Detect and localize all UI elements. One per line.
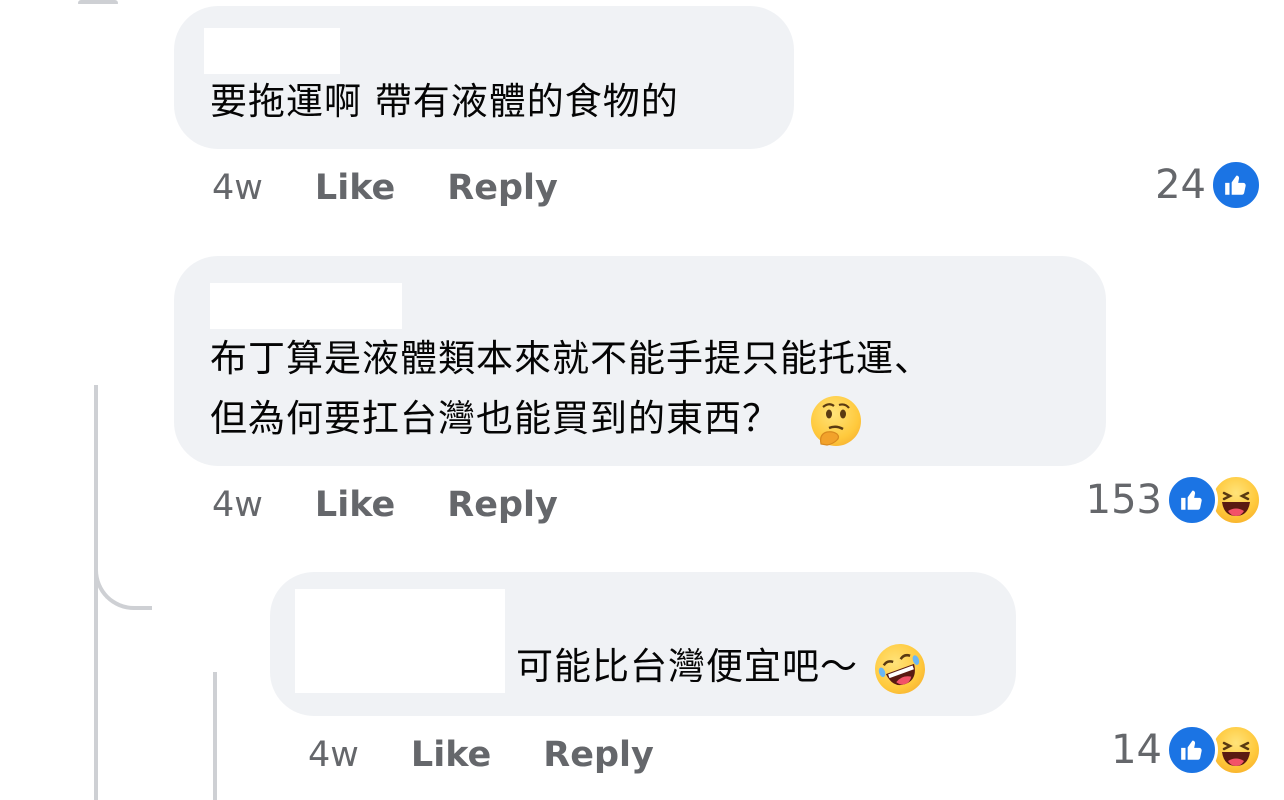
author-name-redacted[interactable] [210, 283, 402, 329]
thread-connector-curve [94, 540, 152, 610]
reply-timestamp[interactable]: 4w [308, 735, 359, 775]
reaction-summary[interactable]: 153 [1085, 474, 1262, 526]
reaction-count: 153 [1085, 477, 1162, 523]
comment-text-line-2-content: 但為何要扛台灣也能買到的東西？ [210, 397, 780, 440]
reply-button[interactable]: Reply [447, 168, 558, 208]
reaction-summary[interactable]: 14 [1111, 724, 1262, 776]
comment-text: 要拖運啊 帶有液體的食物的 [210, 80, 679, 123]
comment-actions: 4w Like Reply [212, 168, 610, 208]
reply-text: 可能比台灣便宜吧～ [516, 636, 932, 701]
comment-bubble: 布丁算是液體類本來就不能手提只能托運、 但為何要扛台灣也能買到的東西？ [174, 256, 1106, 466]
reaction-count: 24 [1155, 162, 1206, 208]
reaction-summary[interactable]: 24 [1155, 159, 1262, 211]
reply-thread-line [213, 672, 217, 800]
comment-text-line-1: 布丁算是液體類本來就不能手提只能托運、 [210, 337, 932, 380]
comment-text-line-2: 但為何要扛台灣也能買到的東西？ [210, 388, 861, 449]
comment-actions: 4w Like Reply [212, 485, 610, 525]
reply-button[interactable]: Reply [543, 735, 654, 775]
comment-timestamp[interactable]: 4w [212, 168, 263, 208]
author-name-redacted[interactable] [295, 589, 505, 693]
reaction-count: 14 [1111, 727, 1162, 773]
thinking-face-icon [810, 395, 861, 446]
comment-timestamp[interactable]: 4w [212, 485, 263, 525]
reply-text-content: 可能比台灣便宜吧～ [516, 645, 858, 688]
reply-bubble: 可能比台灣便宜吧～ [270, 572, 1016, 716]
reply-actions: 4w Like Reply [308, 735, 706, 775]
like-icon [1166, 724, 1218, 776]
like-button[interactable]: Like [411, 735, 491, 775]
top-thread-stub [78, 0, 118, 6]
author-name-redacted[interactable] [204, 28, 340, 74]
reply-button[interactable]: Reply [447, 485, 558, 525]
like-icon [1166, 474, 1218, 526]
thread-connector-line [94, 385, 98, 800]
like-button[interactable]: Like [315, 485, 395, 525]
rolling-laughing-icon [867, 636, 932, 701]
like-button[interactable]: Like [315, 168, 395, 208]
comment-bubble: 要拖運啊 帶有液體的食物的 [174, 6, 794, 149]
like-icon [1210, 159, 1262, 211]
